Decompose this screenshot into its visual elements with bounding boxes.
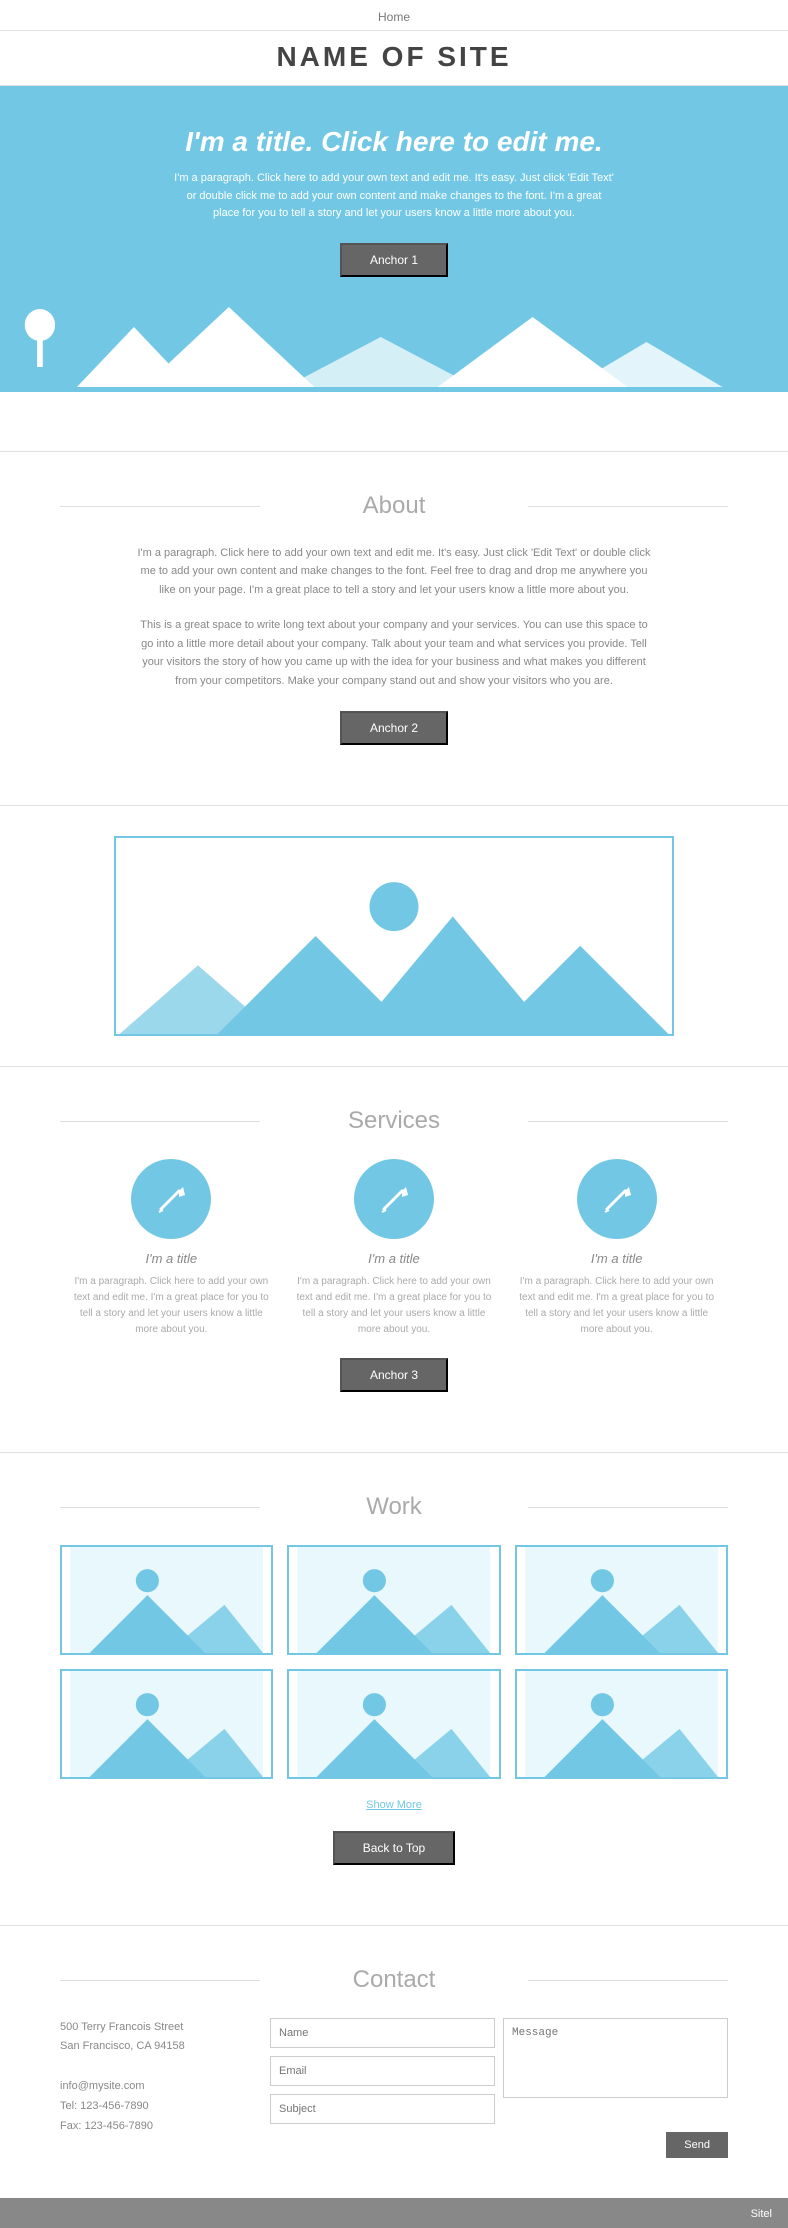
back-to-top-wrapper: Back to Top (60, 1831, 728, 1885)
service-title-3[interactable]: I'm a title (516, 1251, 716, 1266)
contact-section: Contact 500 Terry Francois Street San Fr… (0, 1926, 788, 2198)
image-placeholder-section (0, 806, 788, 1067)
service-item-2: I'm a title I'm a paragraph. Click here … (294, 1159, 494, 1338)
hero-heading[interactable]: I'm a title. Click here to edit me. (20, 126, 768, 158)
work-item-2[interactable] (287, 1545, 500, 1655)
send-button[interactable]: Send (666, 2132, 728, 2158)
message-field[interactable] (503, 2018, 728, 2098)
service-text-1[interactable]: I'm a paragraph. Click here to add your … (71, 1274, 271, 1338)
footer-brand: Sitel (751, 2208, 772, 2220)
anchor3-wrapper: Anchor 3 (60, 1358, 728, 1412)
back-to-top-button[interactable]: Back to Top (333, 1831, 455, 1865)
site-title: NAME OF SITE (0, 31, 788, 86)
work-img-5 (289, 1671, 498, 1777)
service-title-1[interactable]: I'm a title (71, 1251, 271, 1266)
subject-field[interactable] (270, 2094, 495, 2124)
about-title: About (60, 492, 728, 520)
nav-home[interactable]: Home (378, 10, 410, 24)
service-icon-1 (131, 1159, 211, 1239)
email-field[interactable] (270, 2056, 495, 2086)
work-title: Work (60, 1493, 728, 1521)
contact-address2: San Francisco, CA 94158 (60, 2037, 240, 2057)
contact-email: info@mysite.com (60, 2077, 240, 2097)
name-field[interactable] (270, 2018, 495, 2048)
work-img-6 (517, 1671, 726, 1777)
work-item-6[interactable] (515, 1669, 728, 1779)
work-img-3 (517, 1547, 726, 1653)
hero-paragraph[interactable]: I'm a paragraph. Click here to add your … (174, 170, 614, 223)
work-img-4 (62, 1671, 271, 1777)
service-text-2[interactable]: I'm a paragraph. Click here to add your … (294, 1274, 494, 1338)
about-paragraph1[interactable]: I'm a paragraph. Click here to add your … (134, 544, 654, 600)
work-item-5[interactable] (287, 1669, 500, 1779)
service-icon-3 (577, 1159, 657, 1239)
pencil-icon-1 (151, 1179, 191, 1219)
service-icon-2 (354, 1159, 434, 1239)
about-paragraph2[interactable]: This is a great space to write long text… (134, 616, 654, 691)
contact-address1: 500 Terry Francois Street (60, 2018, 240, 2038)
service-item-3: I'm a title I'm a paragraph. Click here … (516, 1159, 716, 1338)
anchor3-button[interactable]: Anchor 3 (340, 1358, 448, 1392)
work-item-1[interactable] (60, 1545, 273, 1655)
service-title-2[interactable]: I'm a title (294, 1251, 494, 1266)
work-img-2 (289, 1547, 498, 1653)
work-img-1 (62, 1547, 271, 1653)
nav-bar: Home (0, 0, 788, 31)
services-grid: I'm a title I'm a paragraph. Click here … (60, 1159, 728, 1338)
contact-fax: Fax: 123-456-7890 (60, 2117, 240, 2137)
service-text-3[interactable]: I'm a paragraph. Click here to add your … (516, 1274, 716, 1338)
anchor2-button[interactable]: Anchor 2 (340, 711, 448, 745)
services-title: Services (60, 1107, 728, 1135)
hero-section: I'm a title. Click here to edit me. I'm … (0, 86, 788, 392)
contact-tel: Tel: 123-456-7890 (60, 2097, 240, 2117)
anchor2-wrapper: Anchor 2 (60, 711, 728, 765)
services-section: Services I'm a title I'm a paragraph. Cl… (0, 1067, 788, 1453)
service-item-1: I'm a title I'm a paragraph. Click here … (71, 1159, 271, 1338)
work-item-3[interactable] (515, 1545, 728, 1655)
hero-content: I'm a title. Click here to edit me. I'm … (20, 126, 768, 297)
footer: Sitel (0, 2198, 788, 2228)
contact-inner: 500 Terry Francois Street San Francisco,… (60, 2018, 728, 2158)
work-item-4[interactable] (60, 1669, 273, 1779)
hero-mountains (20, 297, 768, 387)
work-grid (60, 1545, 728, 1779)
contact-info: 500 Terry Francois Street San Francisco,… (60, 2018, 240, 2158)
show-more-link[interactable]: Show More (60, 1799, 728, 1811)
placeholder-svg (116, 838, 672, 1034)
work-section: Work (0, 1453, 788, 1926)
contact-title: Contact (60, 1966, 728, 1994)
about-image-placeholder (114, 836, 674, 1036)
anchor1-button[interactable]: Anchor 1 (340, 243, 448, 277)
about-section: About I'm a paragraph. Click here to add… (0, 452, 788, 806)
pencil-icon-3 (597, 1179, 637, 1219)
spacer-1 (0, 392, 788, 452)
pencil-icon-2 (374, 1179, 414, 1219)
contact-form: Send (270, 2018, 728, 2158)
